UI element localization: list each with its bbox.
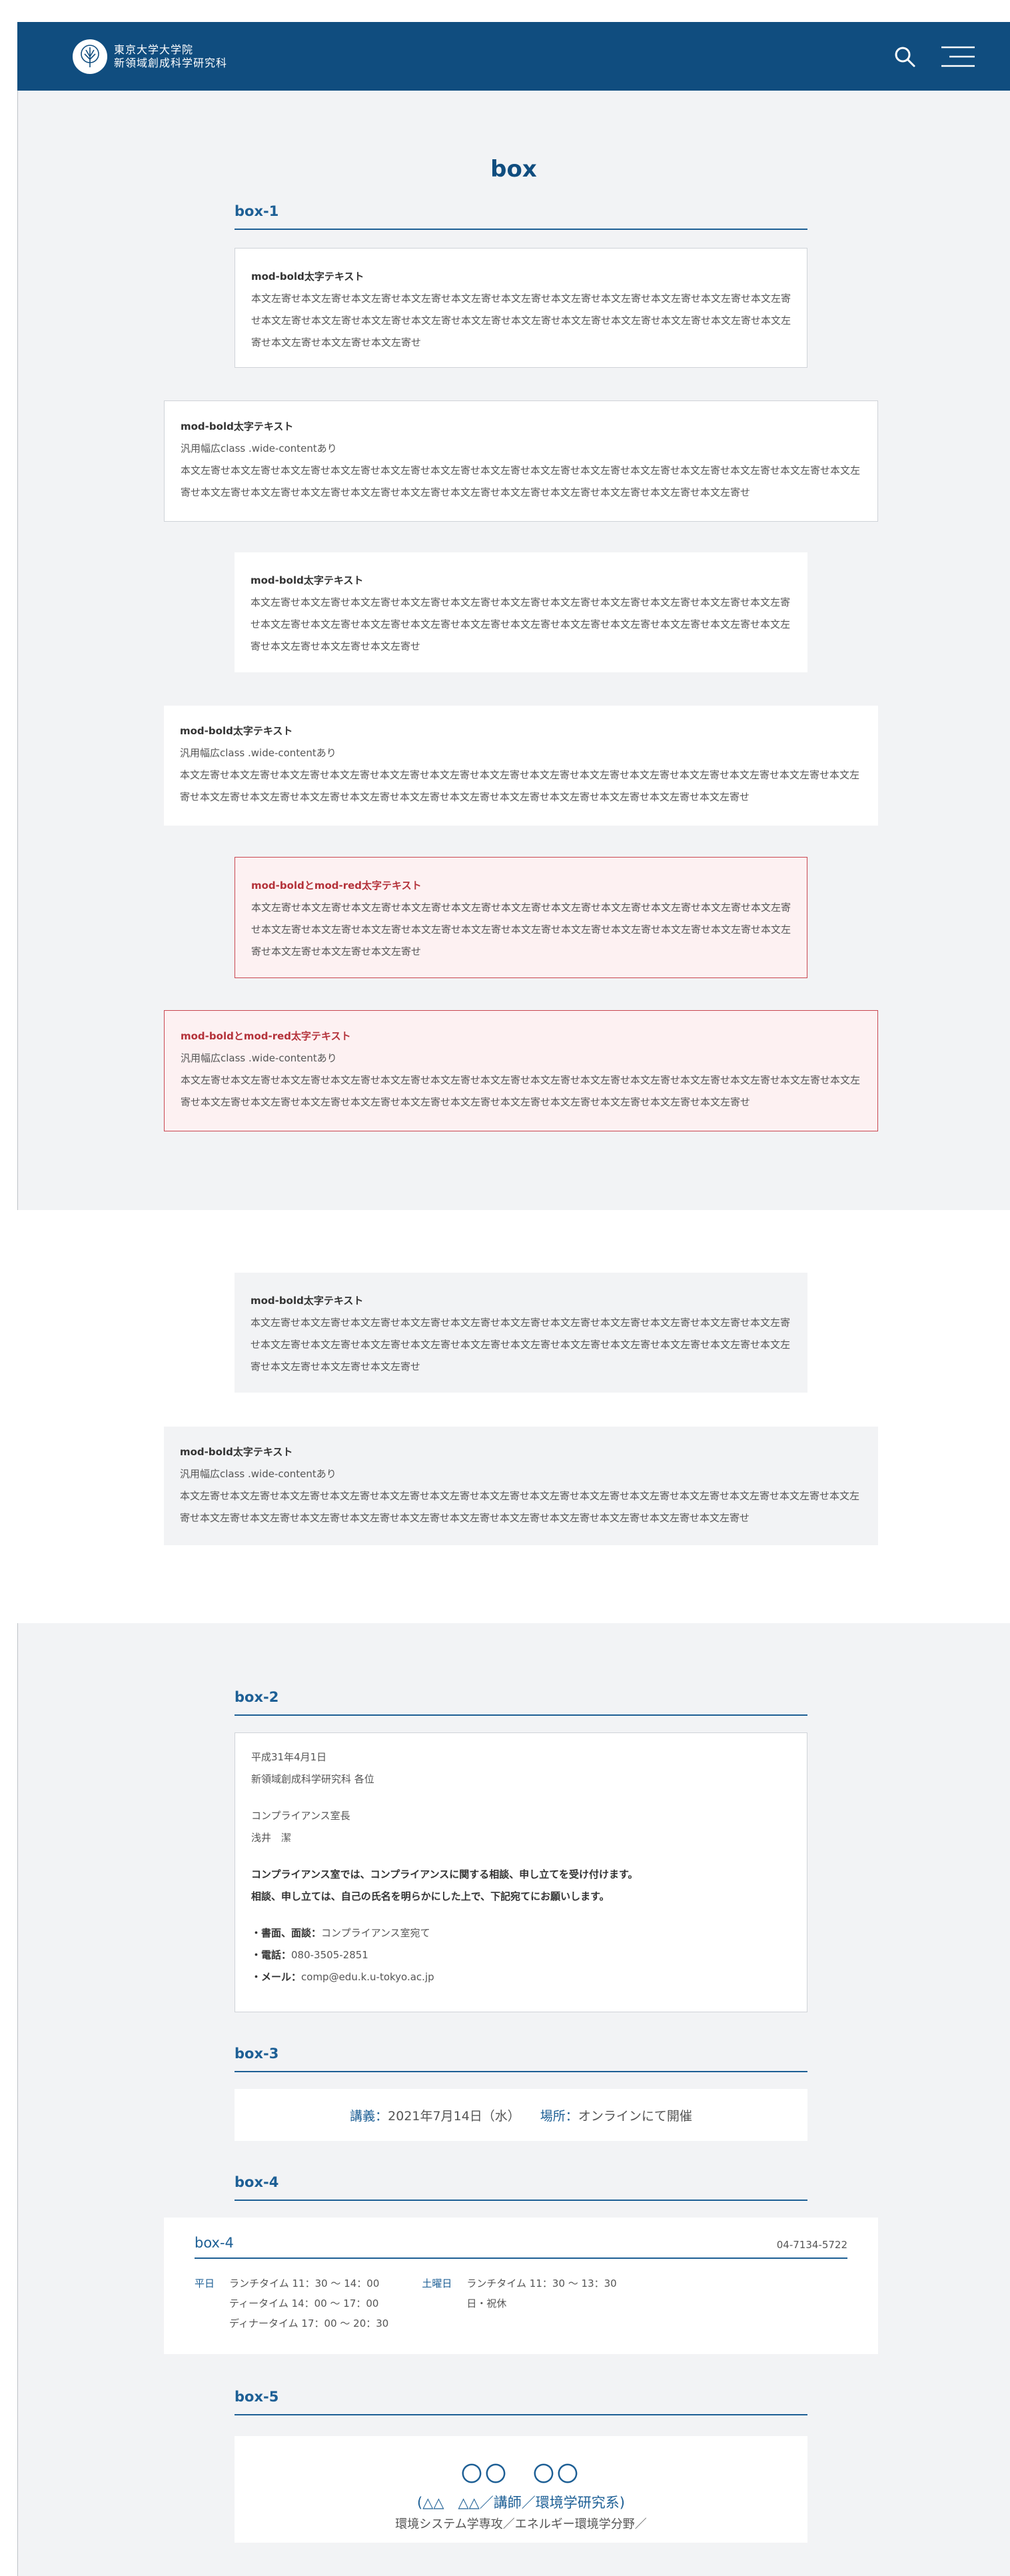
logo-line-2: 新領域創成科学研究科	[114, 57, 228, 69]
site-header: 東京大学大学院 新領域創成科学研究科	[17, 22, 1010, 91]
hamburger-menu-icon	[941, 46, 975, 67]
red-bold-text: mod-boldとmod-red太字テキスト	[181, 1030, 351, 1042]
contact-mail: ・書面、面談：コンプライアンス室宛て	[251, 1927, 430, 1939]
body-text: 本文左寄せ本文左寄せ本文左寄せ本文左寄せ本文左寄せ本文左寄せ本文左寄せ本文左寄せ…	[180, 1490, 860, 1524]
search-button[interactable]	[890, 42, 919, 71]
box1-bordered: mod-bold太字テキスト 本文左寄せ本文左寄せ本文左寄せ本文左寄せ本文左寄せ…	[235, 248, 807, 368]
bold-text: mod-bold太字テキスト	[251, 574, 364, 586]
profile-role: (△△ △△／講師／環境学研究系)	[417, 2495, 625, 2511]
tree-logo-icon	[73, 39, 107, 74]
box1-red: mod-boldとmod-red太字テキスト 本文左寄せ本文左寄せ本文左寄せ本文…	[235, 857, 807, 978]
body-text: 本文左寄せ本文左寄せ本文左寄せ本文左寄せ本文左寄せ本文左寄せ本文左寄せ本文左寄せ…	[251, 596, 791, 652]
logo-line-1: 東京大学大学院	[114, 43, 194, 56]
section-heading-box1: box-1	[235, 203, 807, 230]
notice-sender-name: 浅井 潔	[251, 1832, 292, 1844]
section-heading-box3: box-3	[235, 2046, 807, 2072]
red-bold-text: mod-boldとmod-red太字テキスト	[251, 880, 422, 892]
white-band	[17, 1210, 1010, 1623]
notice-recipient: 新領域創成科学研究科 各位	[251, 1773, 374, 1785]
box1-bordered-wide: mod-bold太字テキスト 汎用幅広class .wide-contentあり…	[164, 400, 878, 522]
wide-note: 汎用幅広class .wide-contentあり	[180, 747, 336, 759]
box5-profile: 〇〇 〇〇 (△△ △△／講師／環境学研究系) 環境システム学専攻／エネルギー環…	[235, 2436, 807, 2543]
bold-text: mod-bold太字テキスト	[180, 1446, 293, 1458]
wide-note: 汎用幅広class .wide-contentあり	[180, 1468, 336, 1480]
place-info: 場所：オンラインにて開催	[540, 2108, 692, 2124]
bold-text: mod-bold太字テキスト	[251, 271, 364, 283]
box1-plain: mod-bold太字テキスト 本文左寄せ本文左寄せ本文左寄せ本文左寄せ本文左寄せ…	[235, 552, 807, 672]
notice-lead-1: コンプライアンス室では、コンプライアンスに関する相談、申し立てを受け付けます。	[251, 1868, 638, 1880]
profile-dept: 環境システム学専攻／エネルギー環境学分野／	[395, 2517, 647, 2531]
body-text: 本文左寄せ本文左寄せ本文左寄せ本文左寄せ本文左寄せ本文左寄せ本文左寄せ本文左寄せ…	[251, 1317, 791, 1373]
box1-grey-wide: mod-bold太字テキスト 汎用幅広class .wide-contentあり…	[164, 1427, 878, 1545]
section-heading-box4: box-4	[235, 2174, 807, 2201]
wide-note: 汎用幅広class .wide-contentあり	[181, 1052, 337, 1064]
contact-email: ・メール：comp@edu.k.u-tokyo.ac.jp	[251, 1971, 434, 1983]
section-heading-box2: box-2	[235, 1689, 807, 1716]
box4-hours: box-4 04-7134-5722 平日 ランチタイム 11：30 ～ 14：…	[164, 2218, 878, 2354]
box3-event-info: 講義：2021年7月14日（水） 場所：オンラインにて開催	[235, 2089, 807, 2141]
bold-text: mod-bold太字テキスト	[251, 1295, 364, 1307]
body-text: 本文左寄せ本文左寄せ本文左寄せ本文左寄せ本文左寄せ本文左寄せ本文左寄せ本文左寄せ…	[181, 1074, 861, 1108]
lecture-info: 講義：2021年7月14日（水）	[350, 2108, 520, 2124]
box1-grey: mod-bold太字テキスト 本文左寄せ本文左寄せ本文左寄せ本文左寄せ本文左寄せ…	[235, 1273, 807, 1393]
box2-notice: 平成31年4月1日 新領域創成科学研究科 各位 コンプライアンス室長 浅井 潔 …	[235, 1732, 807, 2012]
page-title: box	[490, 156, 537, 183]
box1-plain-wide: mod-bold太字テキスト 汎用幅広class .wide-contentあり…	[164, 706, 878, 826]
body-text: 本文左寄せ本文左寄せ本文左寄せ本文左寄せ本文左寄せ本文左寄せ本文左寄せ本文左寄せ…	[181, 464, 861, 498]
body-text: 本文左寄せ本文左寄せ本文左寄せ本文左寄せ本文左寄せ本文左寄せ本文左寄せ本文左寄せ…	[251, 902, 791, 958]
notice-lead-2: 相談、申し立ては、自己の氏名を明らかにした上で、下記宛てにお願いします。	[251, 1890, 610, 1902]
body-text: 本文左寄せ本文左寄せ本文左寄せ本文左寄せ本文左寄せ本文左寄せ本文左寄せ本文左寄せ…	[180, 769, 860, 803]
box4-tel: 04-7134-5722	[776, 2239, 847, 2251]
notice-sender-org: コンプライアンス室長	[251, 1810, 350, 1822]
search-icon	[895, 47, 915, 67]
saturday-hours: 土曜日 ランチタイム 11：30 ～ 13：30 日・祝休	[422, 2277, 617, 2309]
bold-text: mod-bold太字テキスト	[181, 420, 294, 432]
weekday-hours: 平日 ランチタイム 11：30 ～ 14：00 ティータイム 14：00 ～ 1…	[195, 2277, 389, 2329]
profile-name: 〇〇 〇〇	[460, 2461, 581, 2487]
wide-note: 汎用幅広class .wide-contentあり	[181, 442, 337, 454]
box1-red-wide: mod-boldとmod-red太字テキスト 汎用幅広class .wide-c…	[164, 1010, 878, 1131]
bold-text: mod-bold太字テキスト	[180, 725, 293, 737]
box4-title: box-4	[195, 2235, 234, 2251]
site-logo[interactable]: 東京大学大学院 新領域創成科学研究科	[73, 39, 227, 74]
menu-button[interactable]	[940, 45, 976, 69]
section-heading-box5: box-5	[235, 2389, 807, 2415]
contact-phone: ・電話：080-3505-2851	[251, 1949, 368, 1961]
notice-date: 平成31年4月1日	[251, 1751, 327, 1763]
body-text: 本文左寄せ本文左寄せ本文左寄せ本文左寄せ本文左寄せ本文左寄せ本文左寄せ本文左寄せ…	[251, 293, 791, 348]
